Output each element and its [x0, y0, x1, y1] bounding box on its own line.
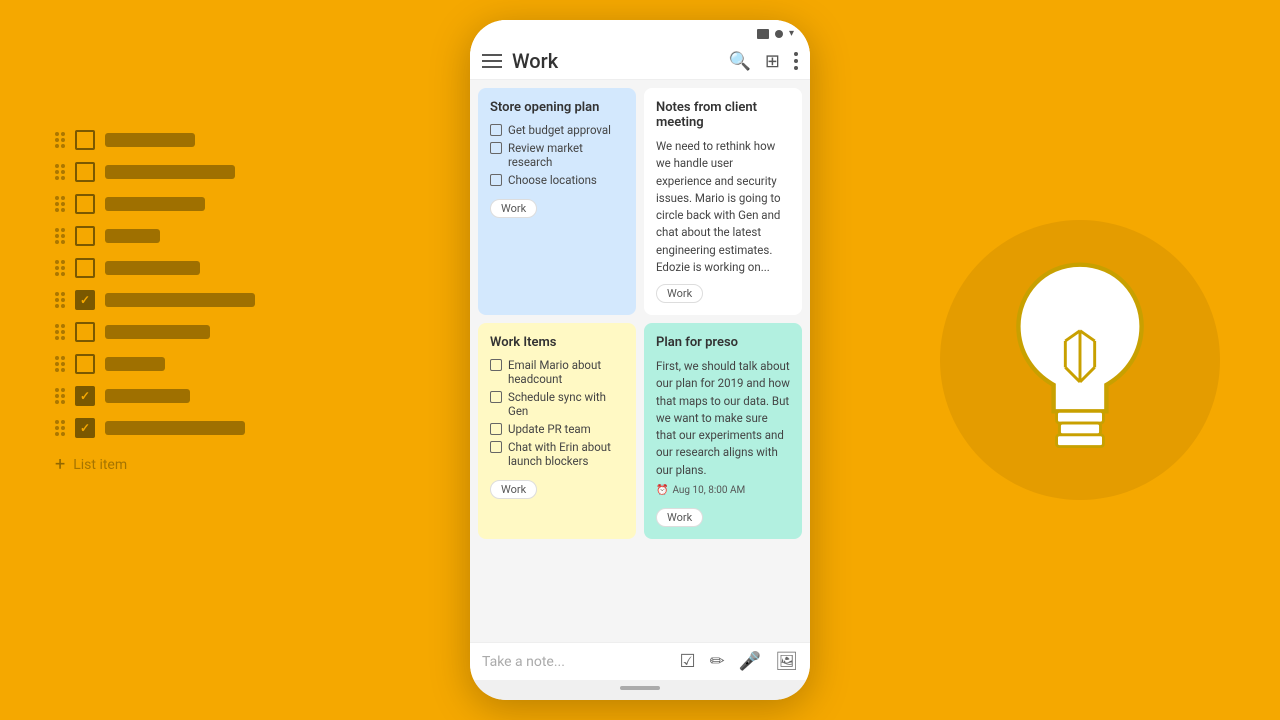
checklist-row — [55, 386, 255, 406]
note-tag[interactable]: Work — [490, 199, 537, 218]
checklist-item: Choose locations — [490, 173, 624, 187]
drag-handle-icon — [55, 196, 65, 212]
checkbox[interactable] — [490, 423, 502, 435]
list-checkbox[interactable] — [75, 322, 95, 342]
lightbulb-circle — [940, 220, 1220, 500]
note-body: First, we should talk about our plan for… — [656, 358, 790, 479]
drawing-button[interactable]: ✏ — [710, 651, 725, 672]
list-item-bar — [105, 261, 200, 275]
wifi-icon: ▾ — [789, 28, 794, 39]
checkbox[interactable] — [490, 124, 502, 136]
checklist-row — [55, 322, 255, 342]
list-item-bar — [105, 389, 190, 403]
list-item-bar — [105, 197, 205, 211]
checklist-item: Chat with Erin about launch blockers — [490, 440, 624, 468]
checklist-row — [55, 162, 255, 182]
checklist-row — [55, 226, 255, 246]
hamburger-menu-button[interactable] — [482, 54, 502, 68]
checklist-row — [55, 354, 255, 374]
list-item-bar — [105, 293, 255, 307]
note-alarm: ⏰ Aug 10, 8:00 AM — [656, 485, 790, 496]
list-checkbox[interactable] — [75, 130, 95, 150]
checklist-row — [55, 258, 255, 278]
note-title: Notes from client meeting — [656, 100, 790, 130]
new-checklist-button[interactable]: ☑ — [679, 651, 695, 672]
image-button[interactable]: 🖼 — [775, 651, 798, 672]
checklist-item: Update PR team — [490, 422, 624, 436]
list-item-bar — [105, 229, 160, 243]
take-note-input[interactable]: Take a note... — [482, 654, 679, 670]
lightbulb-icon — [990, 250, 1170, 470]
checklist-row — [55, 194, 255, 214]
layout-button[interactable]: ⊞ — [765, 51, 780, 72]
drag-handle-icon — [55, 324, 65, 340]
checkbox[interactable] — [490, 441, 502, 453]
app-bar: Work 🔍 ⊞ — [470, 43, 810, 80]
note-tag[interactable]: Work — [656, 284, 703, 303]
checklist-item: Schedule sync with Gen — [490, 390, 624, 418]
note-title: Work Items — [490, 335, 624, 350]
alarm-icon: ⏰ — [656, 485, 668, 496]
note-work-items[interactable]: Work Items Email Mario about headcount S… — [478, 323, 636, 539]
note-plan-for-preso[interactable]: Plan for preso First, we should talk abo… — [644, 323, 802, 539]
list-item-bar — [105, 357, 165, 371]
app-title: Work — [512, 49, 558, 73]
checklist-row — [55, 418, 255, 438]
drag-handle-icon — [55, 388, 65, 404]
list-checkbox[interactable] — [75, 226, 95, 246]
checklist-item: Review market research — [490, 141, 624, 169]
list-checkbox[interactable] — [75, 386, 95, 406]
search-button[interactable]: 🔍 — [728, 51, 750, 72]
checklist-item: Email Mario about headcount — [490, 358, 624, 386]
drag-handle-icon — [55, 164, 65, 180]
checkbox[interactable] — [490, 142, 502, 154]
note-title: Plan for preso — [656, 335, 790, 350]
list-checkbox[interactable] — [75, 194, 95, 214]
list-item-bar — [105, 165, 235, 179]
voice-button[interactable]: 🎤 — [739, 651, 761, 672]
home-indicator — [470, 680, 810, 700]
battery-icon — [757, 29, 769, 39]
list-checkbox[interactable] — [75, 354, 95, 374]
list-checkbox[interactable] — [75, 162, 95, 182]
list-checkbox[interactable] — [75, 290, 95, 310]
drag-handle-icon — [55, 292, 65, 308]
list-checkbox[interactable] — [75, 258, 95, 278]
list-item-bar — [105, 133, 195, 147]
bottom-bar: Take a note... ☑ ✏ 🎤 🖼 — [470, 642, 810, 680]
note-tag[interactable]: Work — [490, 480, 537, 499]
list-item-bar — [105, 421, 245, 435]
drag-handle-icon — [55, 420, 65, 436]
checklist-row — [55, 290, 255, 310]
drag-handle-icon — [55, 356, 65, 372]
notes-grid: Store opening plan Get budget approval R… — [470, 80, 810, 642]
note-body: We need to rethink how we handle user ex… — [656, 138, 790, 276]
home-bar — [620, 686, 660, 690]
checkbox[interactable] — [490, 359, 502, 371]
more-options-button[interactable] — [794, 52, 798, 70]
checkbox[interactable] — [490, 174, 502, 186]
note-title: Store opening plan — [490, 100, 624, 115]
note-tag[interactable]: Work — [656, 508, 703, 527]
drag-handle-icon — [55, 132, 65, 148]
drag-handle-icon — [55, 260, 65, 276]
note-store-opening-plan[interactable]: Store opening plan Get budget approval R… — [478, 88, 636, 315]
status-bar: ▾ — [470, 20, 810, 43]
add-list-item-button[interactable]: +List item — [55, 454, 255, 475]
phone: ▾ Work 🔍 ⊞ S — [470, 20, 810, 700]
list-item-bar — [105, 325, 210, 339]
drag-handle-icon — [55, 228, 65, 244]
checkbox[interactable] — [490, 391, 502, 403]
left-checklist: +List item — [55, 130, 255, 475]
bottom-icons: ☑ ✏ 🎤 🖼 — [679, 651, 798, 672]
list-checkbox[interactable] — [75, 418, 95, 438]
note-client-meeting[interactable]: Notes from client meeting We need to ret… — [644, 88, 802, 315]
lightbulb-decoration — [940, 220, 1220, 500]
checklist-item: Get budget approval — [490, 123, 624, 137]
checklist-row — [55, 130, 255, 150]
signal-dot — [775, 30, 783, 38]
